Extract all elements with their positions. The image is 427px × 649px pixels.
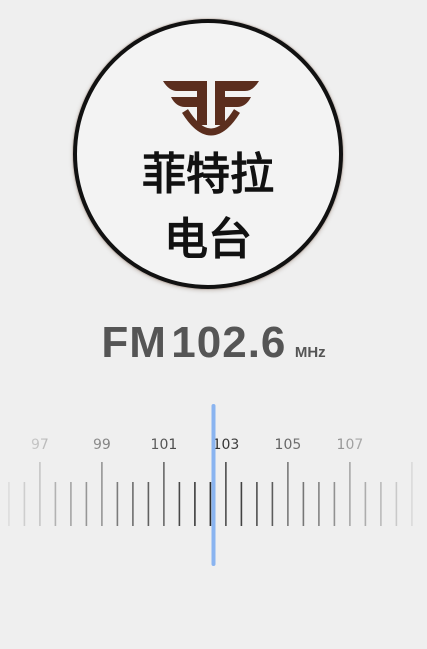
frequency-value: 102.6 — [171, 318, 287, 367]
frequency-band: FM — [101, 318, 167, 367]
scale-label: 107 — [337, 437, 364, 453]
frequency-display: FM 102.6 MHz — [0, 318, 427, 368]
station-logo-badge: 菲特拉 电台 — [73, 19, 343, 289]
station-name-line1: 菲特拉 — [142, 149, 274, 200]
scale-label: 101 — [151, 437, 178, 453]
scale-label: 105 — [275, 437, 302, 453]
wings-ff-emblem-icon — [163, 81, 259, 136]
scale-label: 99 — [93, 437, 111, 453]
tuner-dial[interactable]: 97 99 101 103 105 107 — [0, 398, 427, 578]
frequency-unit: MHz — [294, 344, 326, 361]
scale-label: 103 — [213, 437, 240, 453]
station-name-line2: 电台 — [164, 214, 252, 265]
scale-label: 97 — [31, 437, 49, 453]
